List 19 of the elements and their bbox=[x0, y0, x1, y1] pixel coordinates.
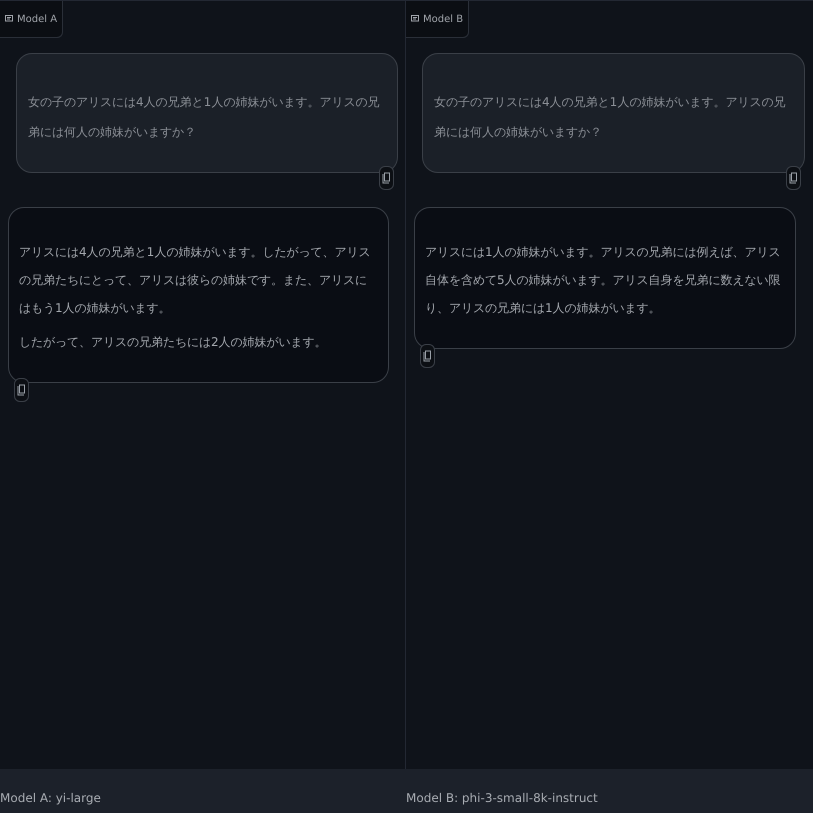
copy-button[interactable] bbox=[14, 378, 29, 402]
copy-icon bbox=[17, 384, 26, 396]
copy-icon bbox=[423, 350, 432, 362]
reply-paragraph: したがって、アリスの兄弟たちには2人の姉妹がいます。 bbox=[19, 334, 328, 351]
copy-button[interactable] bbox=[786, 166, 801, 190]
chat-icon bbox=[5, 15, 13, 23]
reply-paragraph: アリスには1人の姉妹がいます。アリスの兄弟には例えば、アリス自体を含めて5人の姉妹がいます。アリス自身を兄弟に数えない限り、アリスの兄弟には1人の姉妹がいます。 bbox=[425, 244, 782, 317]
user-message: 女の子のアリスには4人の兄弟と1人の姉妹がいます。アリスの兄弟には何人の姉妹がいますか？ bbox=[434, 94, 786, 141]
model-label: Model A bbox=[0, 1, 64, 38]
chat-icon bbox=[411, 15, 419, 23]
model-name: Model B: phi-3-small-8k-instruct bbox=[406, 790, 598, 807]
copy-icon bbox=[382, 172, 391, 184]
user-message: 女の子のアリスには4人の兄弟と1人の姉妹がいます。アリスの兄弟には何人の姉妹がいますか？ bbox=[28, 94, 380, 141]
reply-paragraph: アリスには4人の兄弟と1人の姉妹がいます。したがって、アリスの兄弟たちにとって、アリスは彼らの姉妹です。また、アリスにはもう1人の姉妹がいます。 bbox=[19, 244, 372, 317]
copy-icon bbox=[789, 172, 798, 184]
copy-button[interactable] bbox=[379, 166, 394, 190]
model-label: Model B bbox=[406, 1, 470, 38]
copy-button[interactable] bbox=[420, 344, 435, 368]
model-name: Model A: yi-large bbox=[0, 790, 101, 807]
